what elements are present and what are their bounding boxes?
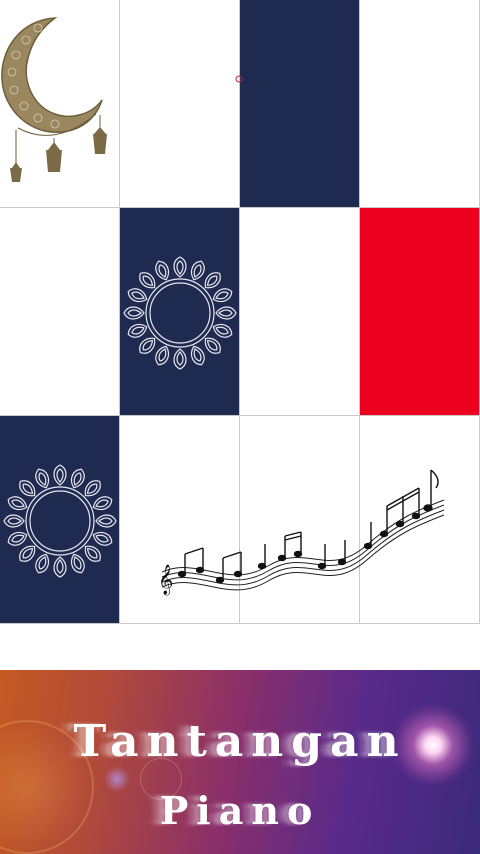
tile-r2-c2[interactable] <box>240 416 360 624</box>
tile-r0-c1[interactable] <box>120 0 240 208</box>
piano-tile-grid: 𝄞 <box>0 0 480 624</box>
title-line-1: Tantangan <box>73 716 407 767</box>
title-banner: Tantangan Piano <box>0 670 480 854</box>
tile-r2-c3[interactable] <box>360 416 480 624</box>
tile-r1-c2[interactable] <box>240 208 360 416</box>
tile-r1-c3[interactable] <box>360 208 480 416</box>
tile-r0-c3[interactable] <box>360 0 480 208</box>
tile-r2-c0[interactable] <box>0 416 120 624</box>
tile-r2-c1[interactable] <box>120 416 240 624</box>
tile-r0-c0[interactable] <box>0 0 120 208</box>
tile-r1-c1[interactable] <box>120 208 240 416</box>
tile-r0-c2[interactable] <box>240 0 360 208</box>
title-line-2: Piano <box>159 788 321 833</box>
tile-r1-c0[interactable] <box>0 208 120 416</box>
